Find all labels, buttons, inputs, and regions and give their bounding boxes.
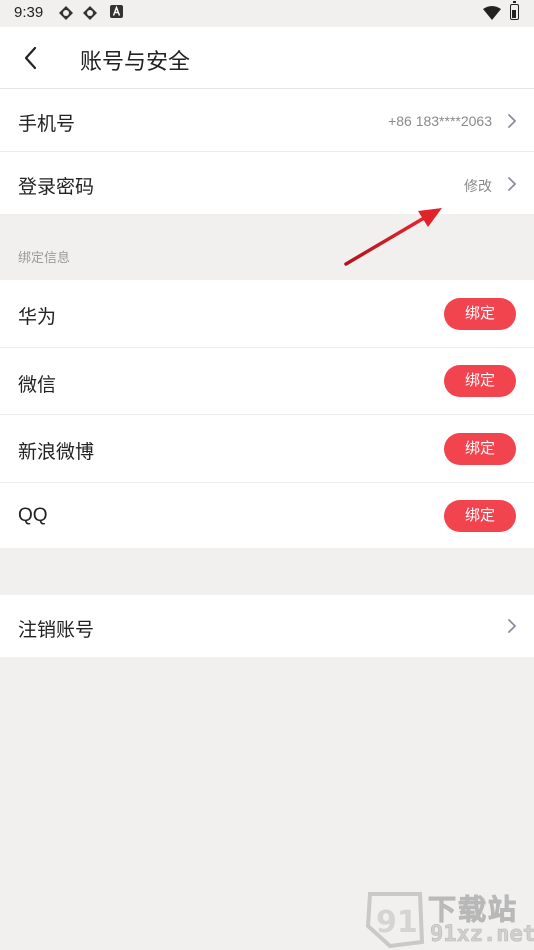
binding-label: 微信 <box>18 375 57 396</box>
app-notification-icon <box>83 6 97 20</box>
binding-row-weibo: 新浪微博 绑定 <box>0 415 534 482</box>
binding-label: 新浪微博 <box>18 442 95 463</box>
binding-row-wechat: 微信 绑定 <box>0 348 534 414</box>
bind-button[interactable]: 绑定 <box>444 500 516 532</box>
status-time: 9:39 <box>14 4 44 21</box>
watermark-logo-icon: 91 <box>365 892 425 949</box>
bind-button[interactable]: 绑定 <box>444 298 516 330</box>
chevron-right-icon <box>508 619 517 633</box>
battery-icon <box>510 1 519 20</box>
chevron-right-icon <box>508 114 517 128</box>
binding-section-title: 绑定信息 <box>18 250 71 265</box>
phone-value: +86 183****2063 <box>388 113 492 129</box>
password-label: 登录密码 <box>18 177 95 198</box>
phone-row[interactable]: 手机号 +86 183****2063 <box>0 89 534 151</box>
bind-button[interactable]: 绑定 <box>444 365 516 397</box>
top-bar: 账号与安全 <box>0 27 534 89</box>
watermark-url: 91xz.net <box>430 922 534 948</box>
binding-row-qq: QQ 绑定 <box>0 483 534 548</box>
binding-row-huawei: 华为 绑定 <box>0 280 534 347</box>
watermark: 91 下载站 91xz.net <box>360 886 534 950</box>
deactivate-account-row[interactable]: 注销账号 <box>0 595 534 657</box>
binding-label: QQ <box>18 505 48 526</box>
password-row[interactable]: 登录密码 修改 <box>0 152 534 214</box>
a-notification-icon <box>110 5 123 18</box>
bind-button[interactable]: 绑定 <box>444 433 516 465</box>
binding-label: 华为 <box>18 307 57 328</box>
password-modify-link[interactable]: 修改 <box>464 176 492 196</box>
annotation-arrow-icon <box>344 208 442 266</box>
page-title: 账号与安全 <box>80 49 191 74</box>
app-notification-icon <box>59 6 73 20</box>
status-bar: 9:39 <box>0 0 534 27</box>
back-arrow-icon[interactable] <box>18 45 44 71</box>
wifi-icon <box>483 6 501 20</box>
chevron-right-icon <box>508 177 517 191</box>
phone-label: 手机号 <box>18 114 76 135</box>
watermark-logo-text: 91 <box>376 905 418 940</box>
deactivate-label: 注销账号 <box>18 620 95 641</box>
